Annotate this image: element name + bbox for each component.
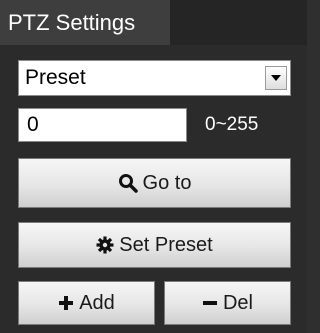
preset-type-select[interactable]: Preset [18,60,291,96]
dropdown-button[interactable] [265,66,287,90]
plus-icon [58,295,74,311]
gear-icon [96,236,114,254]
tab-strip: PTZ Settings [0,0,307,45]
set-preset-button[interactable]: Set Preset [18,222,291,268]
chevron-down-icon [271,75,281,81]
preset-range-label: 0~255 [205,114,259,135]
tab-ptz-settings[interactable]: PTZ Settings [0,0,170,45]
goto-button-label: Go to [142,171,192,194]
del-button[interactable]: Del [164,281,291,325]
add-button-label: Add [79,291,115,314]
preset-type-select-value: Preset [25,66,86,89]
preset-number-input[interactable] [18,108,187,142]
minus-icon [202,295,218,311]
search-icon [118,173,138,193]
add-button[interactable]: Add [18,281,155,325]
set-preset-button-label: Set Preset [119,233,213,256]
goto-button[interactable]: Go to [18,158,291,208]
ptz-settings-panel: PTZ Settings Preset 0~255 Go to [0,0,307,333]
del-button-label: Del [222,291,253,314]
